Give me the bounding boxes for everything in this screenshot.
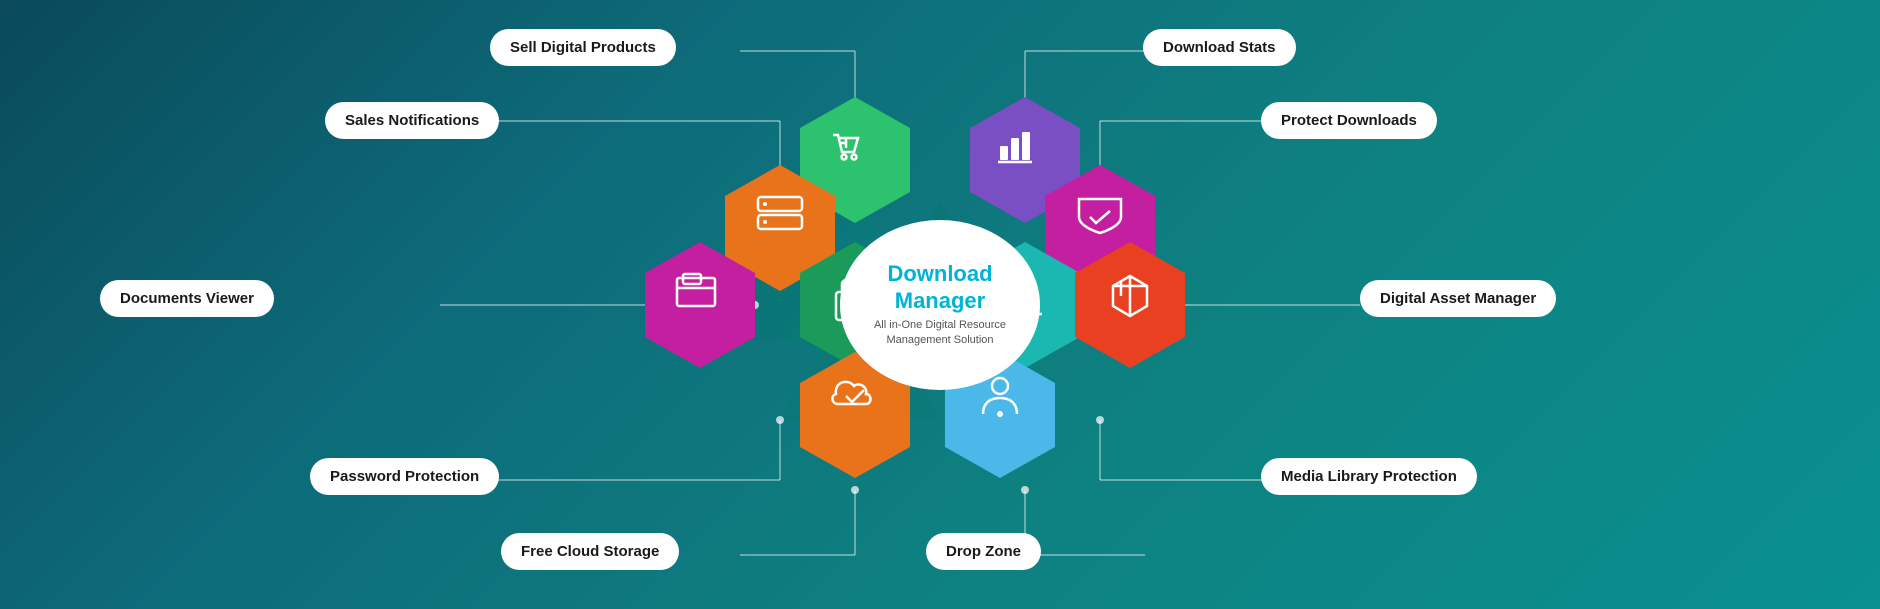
label-password-protection: Password Protection [310,458,499,495]
app-subtitle: All in-One Digital Resource Management S… [874,318,1006,349]
title-black: Download [887,261,992,286]
background: Download Manager All in-One Digital Reso… [0,0,1880,609]
label-free-cloud: Free Cloud Storage [501,533,679,570]
label-download-stats: Download Stats [1143,29,1296,66]
label-sell-digital: Sell Digital Products [490,29,676,66]
label-digital-asset: Digital Asset Manager [1360,280,1556,317]
app-title: Download Manager [850,261,1030,314]
label-protect-downloads: Protect Downloads [1261,102,1437,139]
title-blue: Manager [895,288,985,313]
center-card: Download Manager All in-One Digital Reso… [840,220,1040,390]
label-sales-notifications: Sales Notifications [325,102,499,139]
label-media-library: Media Library Protection [1261,458,1477,495]
label-drop-zone: Drop Zone [926,533,1041,570]
label-documents-viewer: Documents Viewer [100,280,274,317]
